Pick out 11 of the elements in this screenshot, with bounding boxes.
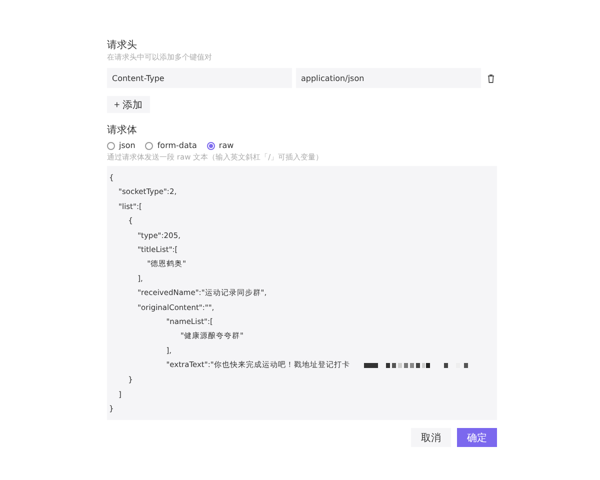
key-field[interactable]: Content-Type	[107, 68, 292, 88]
radio-option[interactable]: json	[107, 141, 136, 150]
add-button[interactable]: + 添加	[107, 96, 150, 113]
cancel-button[interactable]: 取消	[411, 428, 451, 447]
trash-icon[interactable]	[487, 74, 495, 82]
section-title: 请求头	[107, 40, 138, 52]
value-field[interactable]: application/json	[296, 68, 481, 88]
confirm-button[interactable]: 确定	[457, 428, 497, 447]
section-title: 请求体	[107, 125, 138, 137]
radio-option[interactable]: form-data	[145, 141, 197, 150]
radio-option[interactable]: raw	[206, 141, 234, 150]
